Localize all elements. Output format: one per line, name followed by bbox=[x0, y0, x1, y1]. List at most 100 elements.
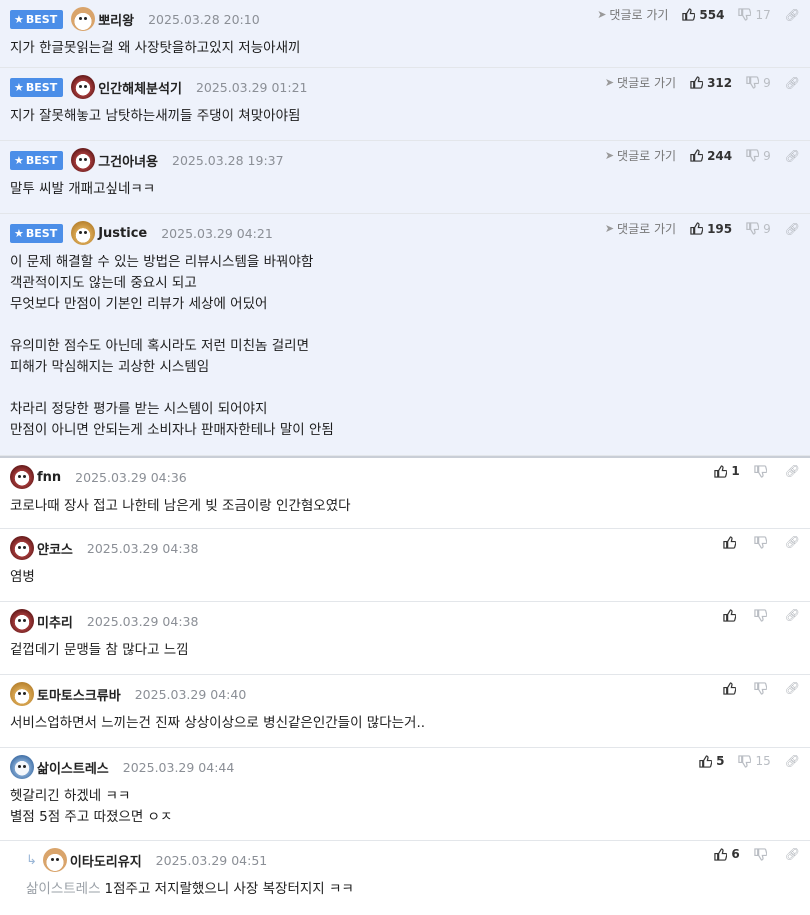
thumbs-down-icon bbox=[738, 8, 752, 21]
upvote-button[interactable]: 312 bbox=[690, 76, 732, 90]
avatar[interactable] bbox=[71, 221, 96, 245]
avatar[interactable] bbox=[10, 609, 34, 633]
thumbs-down-icon bbox=[746, 149, 760, 162]
upvote-button[interactable]: 554 bbox=[682, 8, 724, 22]
author-nickname[interactable]: fnn bbox=[37, 470, 61, 485]
author-nickname[interactable]: 이타도리유지 bbox=[70, 851, 142, 870]
thumbs-up-icon bbox=[723, 535, 736, 549]
downvote-count: 9 bbox=[763, 148, 771, 163]
thumbs-up-icon bbox=[723, 608, 736, 622]
link-icon[interactable]: 🔗︎ bbox=[785, 149, 800, 163]
avatar[interactable] bbox=[10, 682, 34, 706]
goto-comment-link[interactable]: ➤ 댓글로 가기 bbox=[605, 147, 676, 164]
star-icon: ★ bbox=[14, 80, 24, 94]
upvote-count: 195 bbox=[707, 221, 733, 236]
link-icon[interactable]: 🔗︎ bbox=[785, 464, 800, 478]
comment-text: 염병 bbox=[10, 569, 35, 585]
upvote-button[interactable]: 195 bbox=[690, 222, 732, 236]
upvote-count: 5 bbox=[716, 754, 725, 768]
comment-date: 2025.03.29 04:44 bbox=[122, 759, 235, 775]
comment: 미추리 2025.03.29 04:38 🔗︎ 겉껍데기 문맹들 참 많다고 느… bbox=[0, 602, 810, 675]
comment: 삶이스트레스 2025.03.29 04:44 5 15 🔗︎ 헷갈리긴 하겠네… bbox=[0, 748, 810, 841]
avatar[interactable] bbox=[42, 848, 67, 872]
downvote-count: 17 bbox=[755, 7, 771, 22]
thumbs-up-icon bbox=[682, 8, 696, 21]
star-icon: ★ bbox=[14, 12, 24, 26]
comment-text: 지가 한글못읽는걸 왜 사장탓을하고있지 저능아새끼 bbox=[10, 40, 301, 56]
author-nickname[interactable]: 인간해체분석기 bbox=[98, 78, 182, 97]
link-icon[interactable]: 🔗︎ bbox=[785, 754, 800, 768]
best-badge: ★ BEST bbox=[10, 150, 64, 170]
avatar[interactable] bbox=[71, 7, 96, 31]
upvote-count: 1 bbox=[731, 464, 740, 478]
link-icon[interactable]: 🔗︎ bbox=[785, 535, 800, 549]
reply-target-nickname[interactable]: 삶이스트레스 bbox=[26, 881, 101, 897]
author-nickname[interactable]: 토마토스크류바 bbox=[37, 685, 121, 704]
author-nickname[interactable]: 그건아녀용 bbox=[98, 151, 158, 170]
upvote-button[interactable] bbox=[723, 681, 740, 695]
goto-comment-link[interactable]: ➤ 댓글로 가기 bbox=[605, 220, 676, 237]
comment: 얀코스 2025.03.29 04:38 🔗︎ 염병 bbox=[0, 529, 810, 602]
comment-date: 2025.03.29 04:21 bbox=[161, 225, 273, 241]
downvote-button[interactable] bbox=[754, 535, 771, 549]
author-nickname[interactable]: 얀코스 bbox=[37, 539, 73, 558]
link-icon[interactable]: 🔗︎ bbox=[785, 222, 800, 236]
upvote-count: 554 bbox=[699, 7, 725, 22]
comment-text: 삶이스트레스 1점주고 저지랄했으니 사장 복장터지지 ㅋㅋ bbox=[26, 870, 800, 910]
link-icon[interactable]: 🔗︎ bbox=[785, 608, 800, 622]
avatar[interactable] bbox=[71, 75, 96, 99]
link-icon[interactable]: 🔗︎ bbox=[785, 847, 800, 861]
downvote-button[interactable] bbox=[754, 681, 771, 695]
send-arrow-icon: ➤ bbox=[597, 8, 607, 21]
thumbs-down-icon bbox=[754, 681, 767, 695]
upvote-button[interactable]: 1 bbox=[714, 464, 740, 478]
thumbs-down-icon bbox=[754, 464, 767, 478]
star-icon: ★ bbox=[14, 226, 24, 240]
goto-comment-link[interactable]: ➤ 댓글로 가기 bbox=[605, 74, 676, 91]
thumbs-down-icon bbox=[754, 847, 767, 861]
link-icon[interactable]: 🔗︎ bbox=[785, 76, 800, 90]
author-nickname[interactable]: 미추리 bbox=[37, 612, 73, 631]
comment-date: 2025.03.29 04:36 bbox=[75, 469, 187, 485]
upvote-button[interactable] bbox=[723, 608, 740, 622]
link-icon[interactable]: 🔗︎ bbox=[785, 8, 800, 22]
best-comment: ★ BEST 뽀리왕 2025.03.28 20:10 ➤ 댓글로 가기 554 1… bbox=[0, 0, 810, 68]
send-arrow-icon: ➤ bbox=[604, 149, 615, 162]
avatar[interactable] bbox=[71, 148, 96, 172]
avatar[interactable] bbox=[10, 536, 34, 560]
downvote-button[interactable] bbox=[754, 464, 771, 478]
downvote-button[interactable] bbox=[754, 847, 771, 861]
comment-date: 2025.03.29 04:38 bbox=[86, 613, 199, 629]
upvote-button[interactable]: 244 bbox=[690, 149, 732, 163]
downvote-button[interactable] bbox=[754, 608, 771, 622]
star-icon: ★ bbox=[14, 153, 24, 167]
thumbs-up-icon bbox=[690, 149, 704, 162]
upvote-button[interactable]: 6 bbox=[714, 847, 740, 861]
thumbs-up-icon bbox=[699, 754, 713, 768]
downvote-button[interactable]: 9 bbox=[746, 76, 771, 90]
best-badge: ★ BEST bbox=[10, 223, 64, 243]
comment-text: 이 문제 해결할 수 있는 방법은 리뷰시스템을 바꿔야함 객관적이지도 않는데… bbox=[10, 254, 334, 438]
author-nickname[interactable]: Justice bbox=[98, 226, 147, 241]
downvote-count: 9 bbox=[763, 221, 771, 236]
downvote-button[interactable]: 9 bbox=[746, 222, 771, 236]
link-icon[interactable]: 🔗︎ bbox=[785, 681, 800, 695]
best-badge: ★ BEST bbox=[10, 9, 64, 29]
comment-date: 2025.03.28 19:37 bbox=[172, 152, 284, 168]
comment: fnn 2025.03.29 04:36 1 🔗︎ 코로나때 장사 접고 나한테… bbox=[0, 456, 810, 529]
goto-comment-link[interactable]: ➤ 댓글로 가기 bbox=[597, 6, 668, 23]
avatar[interactable] bbox=[10, 755, 34, 779]
downvote-button[interactable]: 9 bbox=[746, 149, 771, 163]
comment-date: 2025.03.29 01:21 bbox=[195, 79, 308, 95]
thumbs-down-icon bbox=[746, 222, 760, 235]
downvote-button[interactable]: 17 bbox=[738, 7, 771, 22]
upvote-button[interactable]: 5 bbox=[699, 754, 724, 768]
comment-date: 2025.03.28 20:10 bbox=[148, 11, 260, 27]
comment-list: ★ BEST 뽀리왕 2025.03.28 20:10 ➤ 댓글로 가기 554 1… bbox=[0, 0, 810, 915]
downvote-button[interactable]: 15 bbox=[738, 754, 771, 768]
avatar[interactable] bbox=[10, 465, 34, 489]
author-nickname[interactable]: 뽀리왕 bbox=[98, 10, 134, 29]
comment-text: 코로나때 장사 접고 나한테 남은게 빚 조금이랑 인간혐오였다 bbox=[10, 498, 351, 514]
upvote-button[interactable] bbox=[723, 535, 740, 549]
author-nickname[interactable]: 삶이스트레스 bbox=[37, 758, 109, 777]
